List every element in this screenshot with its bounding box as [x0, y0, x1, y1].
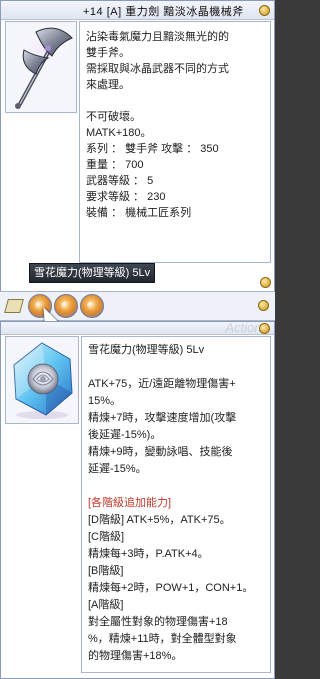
- desc-line: 需採取與冰晶武器不同的方式: [86, 63, 229, 75]
- desc-line: 要求等級 ： 230: [86, 191, 166, 203]
- desc-line: [A階級]: [88, 599, 124, 611]
- desc-line: 後延遲-15%)。: [88, 429, 162, 441]
- desc-line: 雪花魔力(物理等級) 5Lv: [88, 344, 205, 356]
- item-description: 沾染毒氣魔力且黯淡無光的的 雙手斧。 需採取與冰晶武器不同的方式 來處理。 不可…: [79, 21, 271, 263]
- slot-gem-icon: [87, 301, 96, 310]
- desc-line: %，精煉+11時，對全體型對象: [88, 633, 237, 645]
- enchant-description: 雪花魔力(物理等級) 5Lv ATK+75，近/遠距離物理傷害+ 15%。 精煉…: [81, 336, 271, 673]
- card-slot-3[interactable]: [80, 294, 104, 318]
- desc-line: 精煉每+2時，POW+1，CON+1。: [88, 582, 254, 594]
- desc-line: 15%。: [88, 395, 122, 407]
- desc-line: 武器等級 ： 5: [86, 175, 154, 187]
- desc-line: 不可破壞。: [86, 111, 141, 123]
- card-tab[interactable]: 雪花魔力(物理等級) 5Lv: [29, 263, 155, 283]
- desc-line: [C階級]: [88, 531, 125, 543]
- desc-line: 延遲-15%。: [88, 463, 147, 475]
- desc-line: 雙手斧。: [86, 47, 130, 59]
- desc-line: 精煉+7時，攻擊速度增加(攻擊: [88, 412, 237, 424]
- crystal-rose-icon: [13, 342, 73, 419]
- desc-line-heading: [各階級追加能力]: [88, 497, 172, 509]
- desc-line: MATK+180。: [86, 127, 152, 139]
- desc-line: 重量 ： 700: [86, 159, 144, 171]
- desc-line: 系列 ： 雙手斧 攻擊 ： 350: [86, 143, 219, 155]
- desc-line: 的物理傷害+18%。: [88, 650, 183, 662]
- card-slot-strip: [0, 291, 275, 331]
- resize-grip-icon[interactable]: [260, 277, 271, 288]
- desc-line: ATK+75，近/遠距離物理傷害+: [88, 378, 236, 390]
- item-title: +14 [A] 重力劍 黯淡冰晶機械斧: [83, 6, 244, 18]
- desc-line: [D階級] ATK+5%，ATK+75。: [88, 514, 231, 526]
- desc-line: 來處理。: [86, 79, 130, 91]
- desc-line: 精煉每+3時，P.ATK+4。: [88, 548, 209, 560]
- enchant-window-titlebar[interactable]: Actions: [1, 320, 274, 335]
- enchant-image-frame: [5, 336, 79, 424]
- enchant-info-window: Actions 雪花魔力(物理等級) 5Lv ATK+75，近/遠距離物理傷害+…: [0, 320, 275, 679]
- close-icon[interactable]: [258, 300, 269, 311]
- desc-line: 精煉+9時，變動詠唱、技能後: [88, 446, 233, 458]
- card-slot-2[interactable]: [54, 294, 78, 318]
- slot-gem-icon: [61, 301, 70, 310]
- card-icon[interactable]: [4, 299, 24, 313]
- close-icon[interactable]: [259, 323, 270, 334]
- desc-line: 對全屬性對象的物理傷害+18: [88, 616, 228, 628]
- item-info-window: +14 [A] 重力劍 黯淡冰晶機械斧 沾染毒氣魔力且黯淡無光的的 雙手斧。 需…: [0, 0, 275, 292]
- axe-icon: [12, 22, 73, 109]
- close-icon[interactable]: [259, 5, 270, 16]
- item-image-frame: [5, 21, 77, 113]
- desc-line: 沾染毒氣魔力且黯淡無光的的: [86, 31, 229, 43]
- desc-line: 裝備 ： 機械工匠系列: [86, 207, 192, 219]
- desc-line: [B階級]: [88, 565, 124, 577]
- item-window-titlebar[interactable]: +14 [A] 重力劍 黯淡冰晶機械斧: [1, 1, 274, 20]
